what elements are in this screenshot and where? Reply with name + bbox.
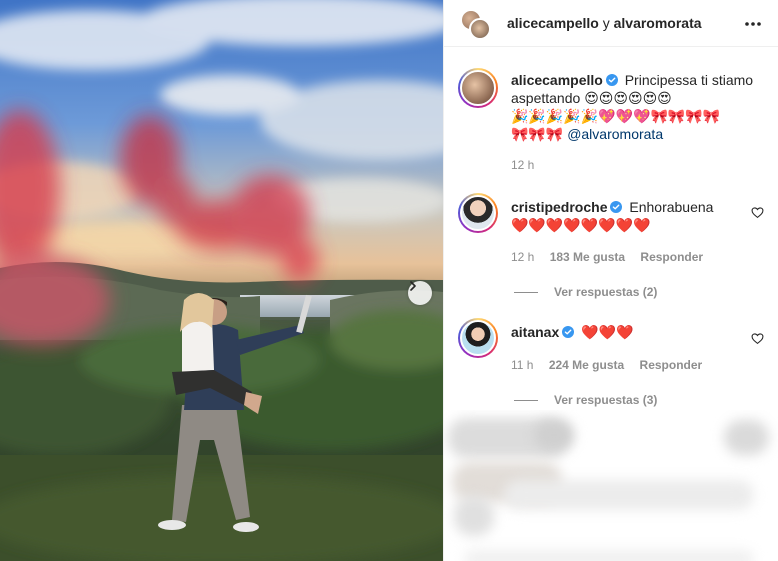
reply-button[interactable]: Responder — [640, 250, 703, 264]
collab-avatars[interactable] — [460, 9, 494, 41]
comment-likes[interactable]: 183 Me gusta — [550, 250, 625, 264]
comment: cristipedroche Enhorabuena ❤️❤️❤️❤️❤️❤️❤… — [511, 198, 746, 234]
view-replies-label: Ver respuestas (3) — [554, 393, 658, 407]
comment-emojis: ❤️❤️❤️ — [581, 324, 634, 340]
view-replies-button[interactable]: Ver respuestas (3) — [514, 393, 657, 407]
next-photo-button[interactable] — [408, 281, 432, 305]
heart-outline-icon[interactable] — [751, 332, 764, 345]
caption-time: 12 h — [511, 158, 535, 172]
more-horizontal-icon[interactable] — [743, 14, 763, 34]
reply-button[interactable]: Responder — [640, 358, 703, 372]
caption-username[interactable]: alicecampello — [511, 72, 603, 88]
post-authors: alicecampello y alvaromorata — [507, 15, 702, 31]
photo-scene — [0, 0, 443, 561]
caption: alicecampello Principessa ti stiamo aspe… — [511, 71, 771, 143]
blurred-comments — [444, 410, 778, 561]
comment-text: Enhorabuena — [629, 199, 714, 215]
caption-emojis: 🎉🎉🎉🎉🎉💖💖💖🎀🎀🎀🎀 — [511, 108, 721, 124]
comment-username[interactable]: cristipedroche — [511, 199, 607, 215]
comment: aitanax ❤️❤️❤️ — [511, 323, 746, 341]
avatar — [469, 18, 491, 40]
heart-outline-icon[interactable] — [751, 206, 764, 219]
post-photo[interactable] — [0, 0, 443, 561]
comment-meta: 11 h 224 Me gusta Responder — [511, 358, 714, 372]
post-header: alicecampello y alvaromorata — [444, 0, 778, 47]
comment-likes[interactable]: 224 Me gusta — [549, 358, 624, 372]
caption-mention[interactable]: @alvaromorata — [567, 126, 663, 142]
authors-connector: y — [602, 15, 610, 31]
verified-badge-icon — [605, 74, 618, 86]
divider — [514, 292, 538, 294]
post-panel: alicecampello y alvaromorata alicecampel… — [443, 0, 778, 561]
comment-time: 11 h — [511, 358, 534, 372]
view-replies-button[interactable]: Ver respuestas (2) — [514, 285, 657, 299]
avatar[interactable] — [458, 193, 498, 233]
comment-username[interactable]: aitanax — [511, 324, 559, 340]
author-link[interactable]: alvaromorata — [614, 15, 702, 31]
verified-badge-icon — [562, 326, 575, 338]
comment-time: 12 h — [511, 250, 535, 264]
avatar[interactable] — [458, 318, 498, 358]
view-replies-label: Ver respuestas (2) — [554, 285, 658, 299]
author-link[interactable]: alicecampello — [507, 15, 599, 31]
avatar[interactable] — [458, 68, 498, 108]
caption-emojis: 😍😍😍😍😍😍 — [584, 90, 672, 106]
chevron-right-icon — [410, 281, 416, 291]
divider — [514, 400, 538, 402]
caption-emojis: 🎀🎀🎀 — [511, 126, 564, 142]
comment-meta: 12 h 183 Me gusta Responder — [511, 250, 715, 264]
verified-badge-icon — [610, 201, 623, 213]
comment-emojis: ❤️❤️❤️❤️❤️❤️❤️❤️ — [511, 217, 651, 233]
